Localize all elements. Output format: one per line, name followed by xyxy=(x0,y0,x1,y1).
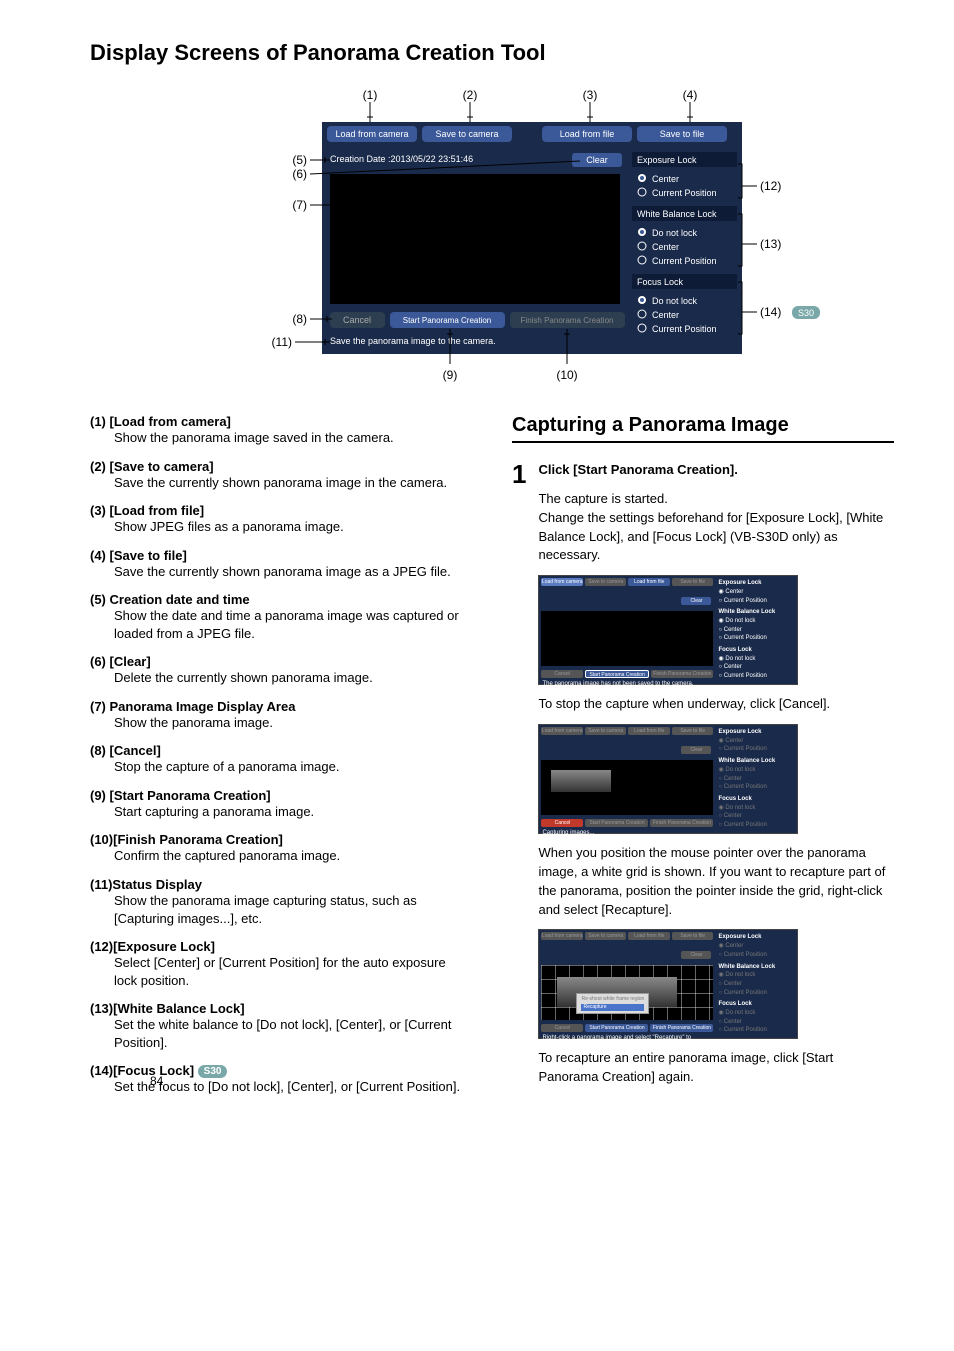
def-10: (10)[Finish Panorama Creation] Confirm t… xyxy=(90,832,472,865)
btn-save-camera[interactable]: Save to camera xyxy=(435,129,498,139)
callout-13: (13) xyxy=(760,237,781,251)
def-9: (9) [Start Panorama Creation] Start capt… xyxy=(90,788,472,821)
btn-save-file[interactable]: Save to file xyxy=(660,129,705,139)
callout-5: (5) xyxy=(292,153,307,167)
focus-lock-title: Focus Lock xyxy=(637,277,684,287)
btn-start-panorama[interactable]: Start Panorama Creation xyxy=(403,316,492,325)
step-p3: To stop the capture when underway, click… xyxy=(538,695,894,714)
callout-9: (9) xyxy=(443,368,458,382)
btn-cancel[interactable]: Cancel xyxy=(343,315,371,325)
step-number: 1 xyxy=(512,461,526,1087)
def-6: (6) [Clear] Delete the currently shown p… xyxy=(90,654,472,687)
def-5: (5) Creation date and time Show the date… xyxy=(90,592,472,642)
btn-finish-panorama[interactable]: Finish Panorama Creation xyxy=(521,316,614,325)
badge-s30-diagram: S30 xyxy=(798,308,814,318)
def-12: (12)[Exposure Lock] Select [Center] or [… xyxy=(90,939,472,989)
btn-load-camera[interactable]: Load from camera xyxy=(335,129,408,139)
right-column: Capturing a Panorama Image 1 Click [Star… xyxy=(512,414,894,1108)
page-number: 84 xyxy=(150,1074,163,1088)
wb-lock-title: White Balance Lock xyxy=(637,209,717,219)
page-title: Display Screens of Panorama Creation Too… xyxy=(90,40,894,66)
screenshot-2: Load from camera Save to camera Load fro… xyxy=(538,724,798,834)
def-1: (1) [Load from camera] Show the panorama… xyxy=(90,414,472,447)
wb-opt-center[interactable]: Center xyxy=(652,242,679,252)
left-column: (1) [Load from camera] Show the panorama… xyxy=(90,414,472,1108)
step-p1: The capture is started. xyxy=(538,490,894,509)
exposure-opt-current[interactable]: Current Position xyxy=(652,188,717,198)
screenshot-3: Load from camera Save to camera Load fro… xyxy=(538,929,798,1039)
callout-7: (7) xyxy=(292,198,307,212)
def-13: (13)[White Balance Lock] Set the white b… xyxy=(90,1001,472,1051)
def-3: (3) [Load from file] Show JPEG files as … xyxy=(90,503,472,536)
focus-opt-current[interactable]: Current Position xyxy=(652,324,717,334)
callout-14: (14) xyxy=(760,305,781,319)
step-p2: Change the settings beforehand for [Expo… xyxy=(538,509,894,566)
status-message: Save the panorama image to the camera. xyxy=(330,336,496,346)
def-2: (2) [Save to camera] Save the currently … xyxy=(90,459,472,492)
callout-6: (6) xyxy=(292,167,307,181)
exposure-opt-center[interactable]: Center xyxy=(652,174,679,184)
badge-s30: S30 xyxy=(198,1065,228,1078)
creation-date: Creation Date :2013/05/22 23:51:46 xyxy=(330,154,473,164)
def-7: (7) Panorama Image Display Area Show the… xyxy=(90,699,472,732)
wb-opt-dnl[interactable]: Do not lock xyxy=(652,228,698,238)
focus-opt-dnl[interactable]: Do not lock xyxy=(652,296,698,306)
def-11: (11)Status Display Show the panorama ima… xyxy=(90,877,472,927)
panorama-tool-diagram: (1) (2) (3) (4) Load from camera Save to… xyxy=(152,84,832,384)
step-p5: To recapture an entire panorama image, c… xyxy=(538,1049,894,1087)
callout-2: (2) xyxy=(463,88,478,102)
panorama-display-area xyxy=(330,174,620,304)
wb-opt-current[interactable]: Current Position xyxy=(652,256,717,266)
step-p4: When you position the mouse pointer over… xyxy=(538,844,894,919)
capturing-heading: Capturing a Panorama Image xyxy=(512,414,894,443)
diagram-container: (1) (2) (3) (4) Load from camera Save to… xyxy=(90,84,894,384)
exposure-lock-title: Exposure Lock xyxy=(637,155,697,165)
callout-10: (10) xyxy=(556,368,577,382)
btn-clear[interactable]: Clear xyxy=(586,155,608,165)
def-14: (14)[Focus Lock] S30 Set the focus to [D… xyxy=(90,1063,472,1096)
def-8: (8) [Cancel] Stop the capture of a panor… xyxy=(90,743,472,776)
step-1: 1 Click [Start Panorama Creation]. The c… xyxy=(512,461,894,1087)
btn-load-file[interactable]: Load from file xyxy=(560,129,615,139)
callout-4: (4) xyxy=(683,88,698,102)
callout-3: (3) xyxy=(583,88,598,102)
focus-opt-center[interactable]: Center xyxy=(652,310,679,320)
callout-11: (11) xyxy=(272,335,292,349)
callout-8: (8) xyxy=(292,312,307,326)
def-4: (4) [Save to file] Save the currently sh… xyxy=(90,548,472,581)
screenshot-1: Load from camera Save to camera Load fro… xyxy=(538,575,798,685)
callout-12: (12) xyxy=(760,179,781,193)
callout-1: (1) xyxy=(363,88,378,102)
step-title: Click [Start Panorama Creation]. xyxy=(538,461,894,480)
